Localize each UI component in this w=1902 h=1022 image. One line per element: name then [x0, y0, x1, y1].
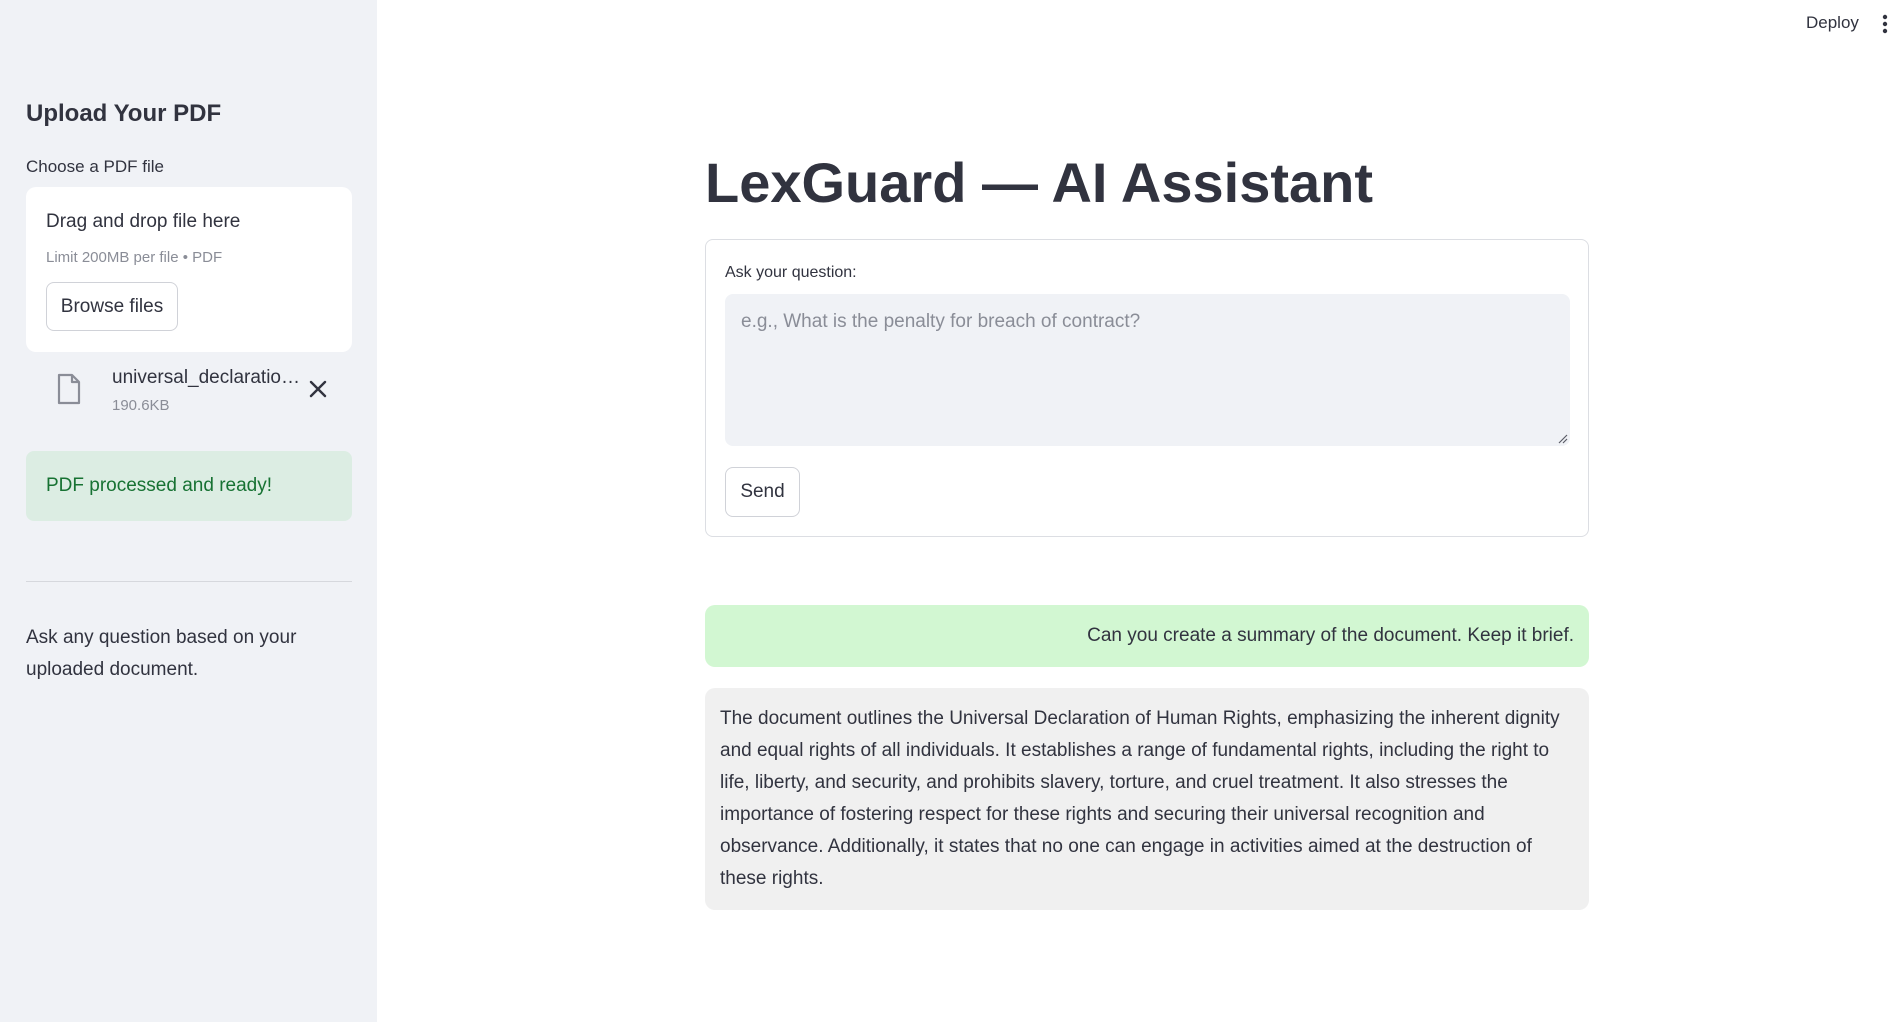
uploaded-file-item: universal_declaratio… 190.6KB [26, 365, 352, 425]
file-icon [57, 373, 81, 405]
close-icon[interactable] [306, 377, 330, 401]
sidebar-divider [26, 581, 352, 582]
resize-handle-icon[interactable] [1558, 434, 1568, 444]
dropzone-limit: Limit 200MB per file • PDF [46, 249, 223, 266]
assistant-message: The document outlines the Universal Decl… [705, 688, 1589, 910]
sidebar-help-text: Ask any question based on your uploaded … [26, 627, 297, 680]
dropzone-instructions: Drag and drop file here [46, 211, 241, 232]
deploy-button[interactable]: Deploy [1806, 13, 1859, 33]
file-uploader-label: Choose a PDF file [26, 157, 164, 176]
sidebar-title: Upload Your PDF [26, 100, 222, 127]
sidebar: Upload Your PDF Choose a PDF file Drag a… [0, 0, 377, 1022]
uploaded-file-name: universal_declaratio… [112, 367, 300, 388]
browse-files-button[interactable]: Browse files [46, 282, 178, 331]
question-label: Ask your question: [725, 264, 857, 281]
page-title: LexGuard — AI Assistant [705, 151, 1374, 214]
send-button[interactable]: Send [725, 467, 800, 517]
question-form: Ask your question: Send [705, 239, 1589, 537]
user-message: Can you create a summary of the document… [705, 605, 1589, 667]
user-message-text: Can you create a summary of the document… [1087, 625, 1574, 646]
assistant-message-text: The document outlines the Universal Decl… [720, 708, 1560, 889]
status-success-message: PDF processed and ready! [26, 451, 352, 521]
question-input[interactable] [725, 294, 1570, 446]
file-dropzone[interactable]: Drag and drop file here Limit 200MB per … [26, 187, 352, 352]
more-vertical-icon[interactable] [1882, 14, 1888, 34]
uploaded-file-size: 190.6KB [112, 397, 170, 414]
